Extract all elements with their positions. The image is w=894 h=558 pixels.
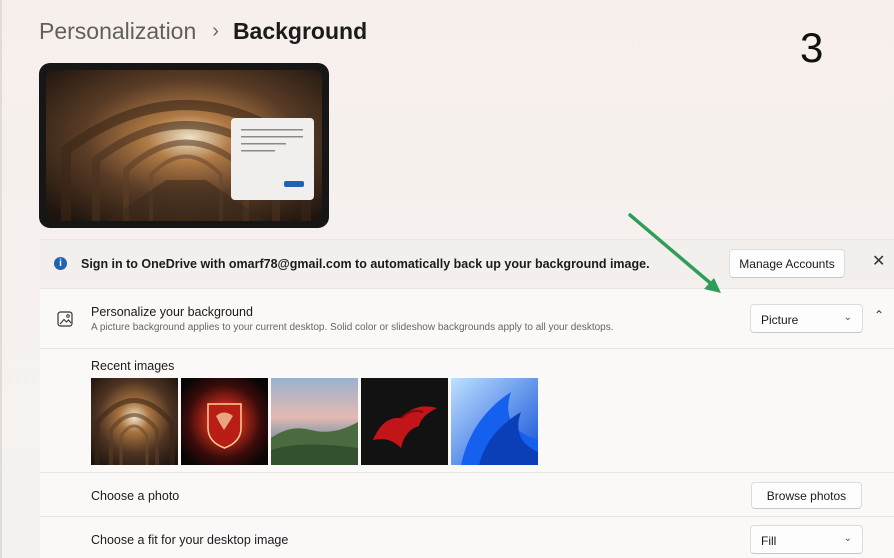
manage-accounts-button[interactable]: Manage Accounts — [729, 249, 845, 278]
onedrive-banner: i Sign in to OneDrive with omarf78@gmail… — [40, 239, 894, 287]
annotation-arrow-icon — [628, 213, 721, 293]
recent-image-brick-arches[interactable] — [91, 378, 178, 465]
chevron-down-icon: ⌄ — [843, 533, 852, 544]
onedrive-banner-text: Sign in to OneDrive with omarf78@gmail.c… — [81, 257, 650, 271]
personalize-background-row[interactable]: Personalize your background A picture ba… — [40, 288, 894, 348]
fit-dropdown[interactable]: Fill ⌄ — [750, 525, 863, 554]
close-icon[interactable]: ✕ — [872, 251, 885, 271]
recent-images-section: Recent images — [40, 348, 894, 472]
info-icon: i — [54, 257, 67, 270]
recent-images-list — [91, 378, 538, 465]
left-edge — [0, 0, 2, 558]
personalize-subtitle: A picture background applies to your cur… — [91, 322, 614, 333]
image-icon — [57, 311, 73, 327]
fit-value: Fill — [761, 534, 777, 548]
choose-photo-row: Choose a photo Browse photos — [40, 472, 894, 516]
personalize-title: Personalize your background — [91, 305, 253, 319]
recent-images-label: Recent images — [91, 359, 175, 373]
preview-image — [46, 70, 322, 221]
page-title: Background — [232, 18, 368, 44]
step-number: 3 — [800, 24, 824, 71]
recent-image-red-dragon[interactable] — [361, 378, 448, 465]
recent-image-msi-red-shield[interactable] — [181, 378, 268, 465]
breadcrumb: Personalization › Background — [39, 18, 367, 45]
background-type-dropdown[interactable]: Picture ⌄ — [750, 304, 863, 333]
chevron-up-icon[interactable]: ⌃ — [874, 308, 884, 322]
fit-label: Choose a fit for your desktop image — [91, 533, 289, 547]
breadcrumb-separator-icon: › — [212, 20, 219, 42]
desktop-preview — [39, 63, 329, 228]
chevron-down-icon: ⌄ — [843, 312, 852, 323]
browse-photos-button[interactable]: Browse photos — [751, 482, 862, 509]
fit-row: Choose a fit for your desktop image Fill… — [40, 516, 894, 558]
recent-image-blue-bloom[interactable] — [451, 378, 538, 465]
recent-image-coastal-town[interactable] — [271, 378, 358, 465]
background-type-value: Picture — [761, 313, 799, 327]
breadcrumb-parent[interactable]: Personalization — [39, 18, 196, 45]
choose-photo-label: Choose a photo — [91, 489, 180, 503]
